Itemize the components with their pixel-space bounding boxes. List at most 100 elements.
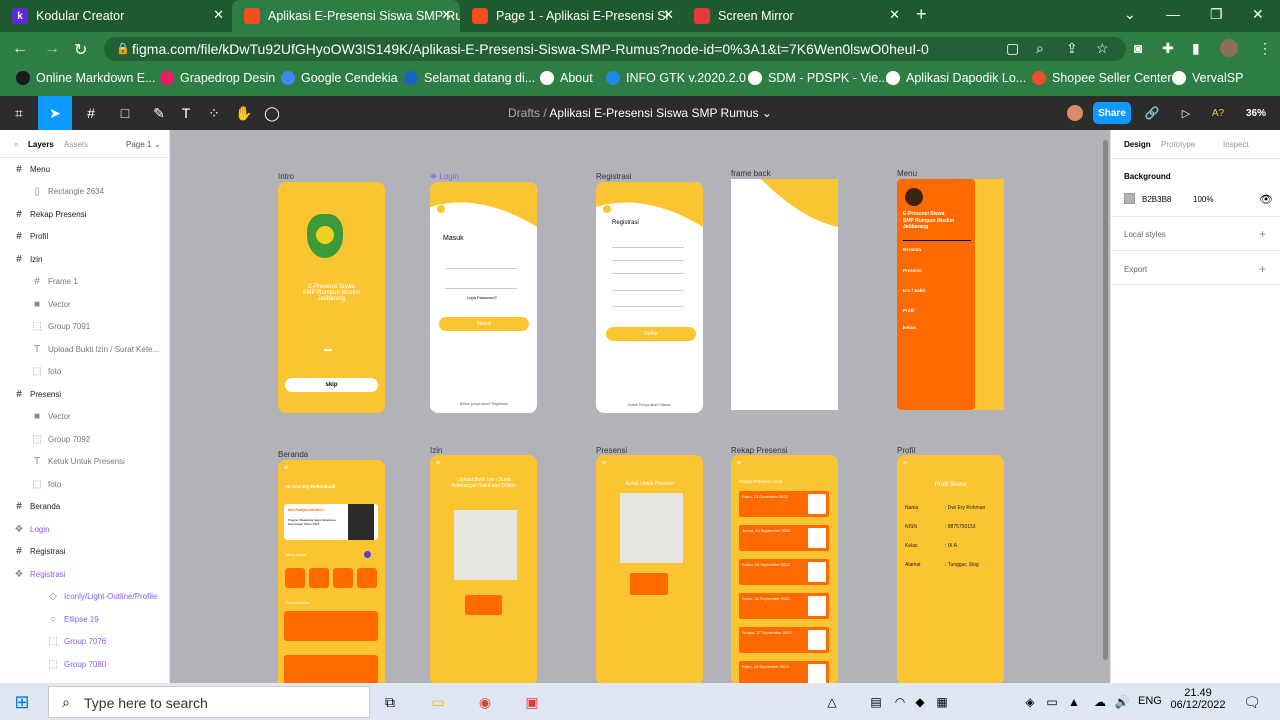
language-indicator[interactable]: ENG [1138, 695, 1162, 707]
close-icon[interactable]: ✕ [663, 7, 674, 23]
file-name[interactable]: Aplikasi E-Presensi Siswa SMP Rumus [549, 106, 758, 120]
bookmark-item[interactable]: SDM - PDSPK - Vie... [748, 71, 889, 85]
layer-row[interactable]: ⬚ Group 7091 [0, 316, 170, 338]
rekap-row[interactable]: Senin, 26 September 2022 [739, 593, 829, 619]
layer-row[interactable]: # Menu [0, 158, 170, 180]
chrome-icon[interactable]: ◉ [473, 690, 497, 714]
rekap-row[interactable]: Rabu, 28 September 2022 [739, 661, 829, 683]
background-opacity[interactable]: 100% [1193, 195, 1213, 204]
layer-row[interactable]: ⬚ foto [0, 473, 170, 495]
screen-mirror-app-icon[interactable]: ▣ [520, 690, 544, 714]
layer-row[interactable]: T Ketuk Untuk Presensi [0, 451, 170, 473]
hamburger-icon[interactable]: ≡ [436, 460, 440, 467]
rekap-row[interactable]: Jumat, 23 September 2022 [739, 525, 829, 551]
tab-design[interactable]: Design [1124, 140, 1151, 149]
layer-row[interactable]: ⬚ foto [0, 361, 170, 383]
frame-label-intro[interactable]: Intro [278, 172, 294, 181]
frame-menu[interactable]: E-Presensi Siswa SMP Rumpun Muslim Jatib… [897, 179, 1004, 410]
reload-icon[interactable]: ↻ [74, 40, 87, 60]
bookmark-item[interactable]: Google Cendekia [281, 71, 398, 85]
tray-defender-icon[interactable]: ◈ [1018, 690, 1042, 714]
close-icon[interactable]: ✕ [889, 7, 900, 23]
layer-row[interactable]: # Frame 1 [0, 271, 170, 293]
info-card[interactable]: Info Rumpun Muslim ! Program Beasiswa ba… [284, 504, 378, 540]
search-icon[interactable]: ⌕ [54, 690, 78, 714]
present-play-icon[interactable]: ▷ [1176, 96, 1196, 130]
bookmark-item[interactable]: Shopee Seller Center [1032, 71, 1172, 85]
layer-row[interactable]: T Upload Bukti Izin / Surat Kete... [0, 338, 170, 360]
hamburger-icon[interactable]: ≡ [903, 460, 907, 467]
rekap-row[interactable]: Selasa, 27 September 2022 [739, 627, 829, 653]
bookmark-item[interactable]: VervalSP [1172, 71, 1243, 85]
close-icon[interactable]: ✕ [213, 7, 224, 23]
frame-registrasi[interactable]: Registrasi Daftar Sudah Punya akun? Masu… [596, 182, 703, 413]
frame-label-beranda[interactable]: Beranda [278, 450, 308, 459]
file-breadcrumb[interactable]: Drafts / Aplikasi E-Presensi Siswa SMP R… [0, 106, 1280, 120]
tray-shield-icon[interactable]: ◆ [908, 690, 932, 714]
breadcrumb-drafts[interactable]: Drafts [508, 106, 540, 120]
tap-presensi-button[interactable] [630, 573, 668, 595]
tab-assets[interactable]: Assets [64, 140, 88, 149]
notifications-icon[interactable]: 🗨 [1240, 690, 1264, 714]
task-view-icon[interactable]: ⧉ [378, 690, 402, 714]
menu-item-presensi[interactable]: Presensi [903, 268, 922, 273]
design-canvas[interactable]: Intro ❖ Login Registrasi frame back Menu… [171, 130, 1109, 683]
page-selector[interactable]: Page 1 [126, 140, 151, 149]
url-text[interactable]: figma.com/file/kDwTu92UfGHyoOW3IS149K/Ap… [132, 41, 929, 57]
menu-item-profil[interactable]: Profil [903, 308, 915, 313]
layer-row[interactable]: ⬚ Group 7076 [0, 631, 170, 653]
frame-presensi[interactable]: ≡ Ketuk Untuk Presensi [596, 455, 703, 683]
bookmark-item[interactable]: Online Markdown E... [16, 71, 156, 85]
frame-back[interactable] [731, 179, 838, 410]
link-icon[interactable]: 🔗 [1142, 96, 1162, 130]
layer-row[interactable]: # Registrasi [0, 541, 170, 563]
windows-start-icon[interactable]: ⊞ [10, 690, 34, 714]
layer-row[interactable]: ■ Vector [0, 293, 170, 315]
menu-item-keluar[interactable]: keluar [903, 325, 916, 330]
izin-photo-placeholder[interactable] [454, 510, 517, 580]
menu-tile-izin[interactable] [309, 568, 329, 588]
bookmark-item[interactable]: Aplikasi Dapodik Lo... [886, 71, 1026, 85]
menu-tile-rekap[interactable] [333, 568, 353, 588]
layer-row[interactable]: ■ Vector [0, 406, 170, 428]
tray-volume-icon[interactable]: 🔊 [1110, 690, 1134, 714]
taskbar-search-placeholder[interactable]: Type here to search [84, 695, 208, 711]
add-style-icon[interactable]: + [1259, 227, 1266, 241]
frame-label-presensi[interactable]: Presensi [596, 446, 627, 455]
zoom-level[interactable]: 36% [1246, 108, 1266, 119]
bookmark-item[interactable]: Grapedrop Desin [160, 71, 275, 85]
layer-row[interactable]: # Izin [0, 248, 170, 270]
tab-3[interactable]: Screen Mirror ✕ [682, 0, 908, 32]
frame-label-login[interactable]: ❖ Login [430, 172, 459, 181]
tab-prototype[interactable]: Prototype [1161, 140, 1195, 149]
bookmark-star-icon[interactable]: ☆ [1096, 40, 1109, 57]
taskbar-clock[interactable]: 21.49 06/12/2022 [1170, 687, 1226, 711]
eye-icon[interactable]: 👁 [1259, 193, 1273, 206]
canvas-scrollbar[interactable] [1103, 140, 1108, 660]
layer-row[interactable]: ⬚ Group 7080 [0, 653, 170, 675]
upload-button[interactable] [465, 595, 502, 615]
share-button[interactable]: Share [1093, 102, 1131, 124]
puzzle-icon[interactable]: ✚ [1162, 40, 1174, 57]
lock-icon[interactable]: 🔒 [116, 42, 130, 55]
forward-arrow-icon[interactable]: → [44, 40, 60, 58]
add-export-icon[interactable]: + [1259, 262, 1266, 276]
layer-row[interactable]: # Beranda [0, 496, 170, 518]
sidebar-icon[interactable]: ▮ [1192, 40, 1200, 57]
back-arrow-icon[interactable]: ← [12, 40, 28, 58]
frame-profil[interactable]: ≡ Profil Siswa Nama: Dwi Ery Rohman NISN:… [897, 455, 1004, 683]
layer-row[interactable]: # Rekap Presensi [0, 203, 170, 225]
frame-login[interactable]: Masuk Lupa Password? Masuk Belum punya a… [430, 182, 537, 413]
extension-icon[interactable]: ◙ [1134, 40, 1142, 56]
layer-row[interactable]: ❖ Login [0, 518, 170, 540]
tab-2[interactable]: Page 1 - Aplikasi E-Presensi Si ✕ [460, 0, 682, 32]
tab-1[interactable]: Aplikasi E-Presensi Siswa SMP Ru ✕ [232, 0, 460, 32]
layers-search-icon[interactable]: ⌕ [14, 140, 18, 150]
tab-icon[interactable]: ▢ [1006, 40, 1019, 57]
background-swatch[interactable] [1124, 193, 1135, 204]
rekap-row[interactable]: Sabtu, 24 September 2022 [739, 559, 829, 585]
frame-label-izin[interactable]: Izin [430, 446, 442, 455]
share-page-icon[interactable]: ⇪ [1066, 40, 1078, 57]
menu-tile-profil[interactable] [357, 568, 377, 588]
bookmark-item[interactable]: Selamat datang di... [404, 71, 535, 85]
